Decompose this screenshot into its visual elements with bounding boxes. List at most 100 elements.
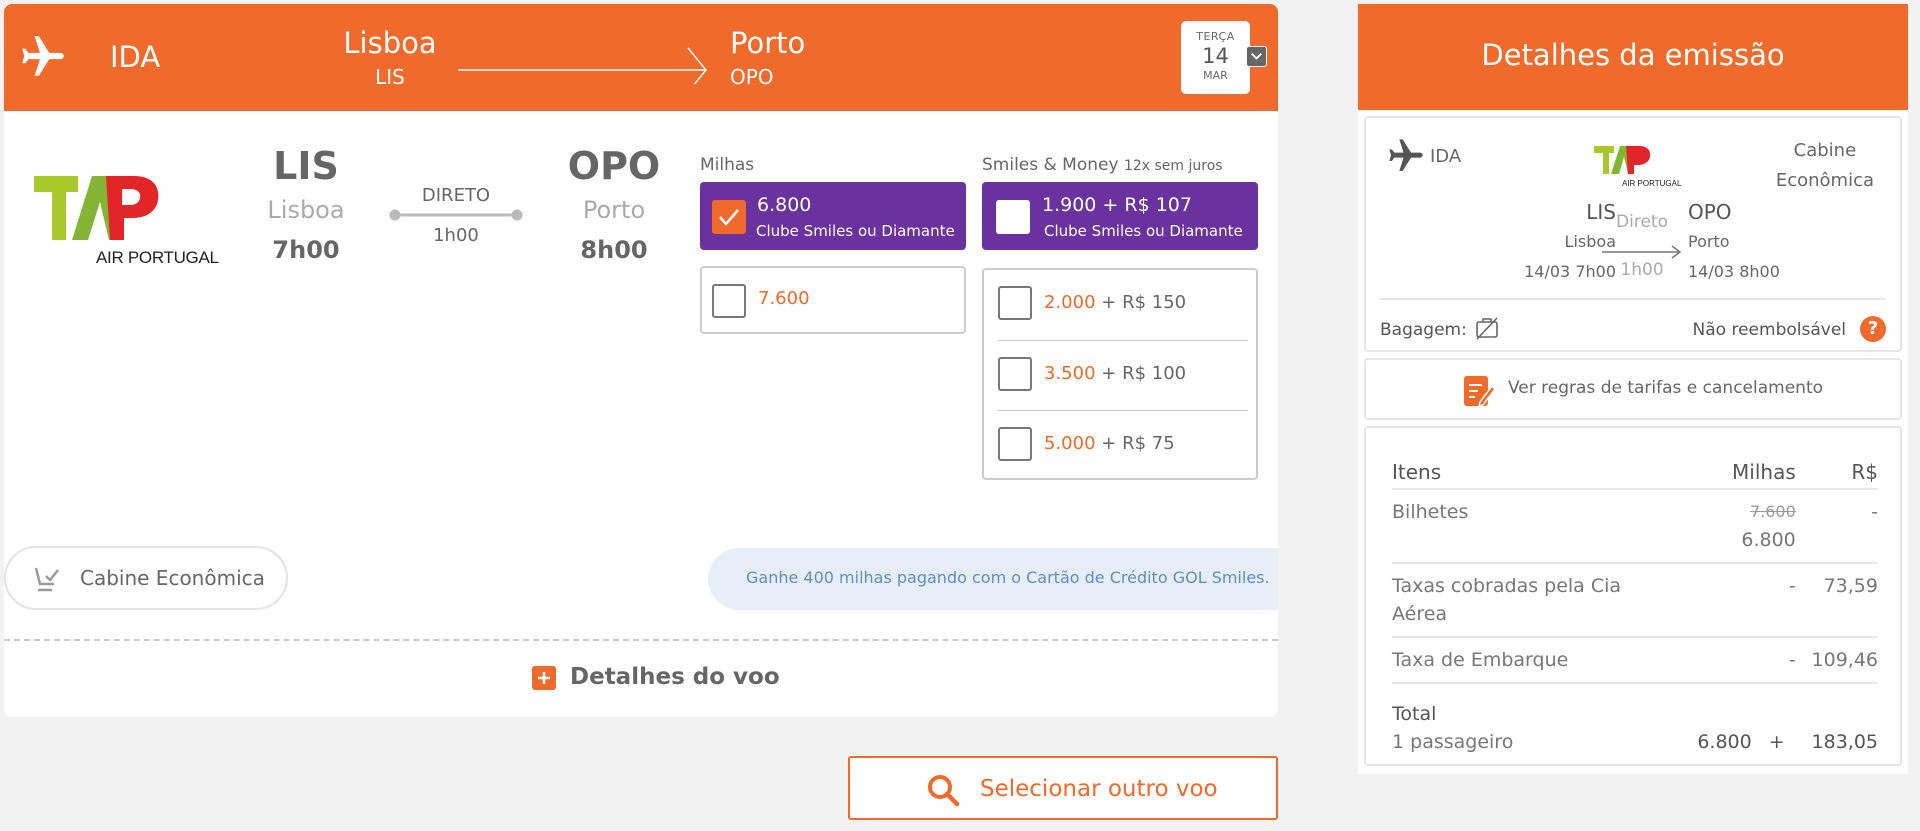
- smiles-money-title: Smiles & Money 12x sem juros: [982, 155, 1223, 175]
- select-other-flight-button[interactable]: Selecionar outro voo: [848, 756, 1278, 820]
- checkbox[interactable]: [998, 286, 1032, 320]
- cabin-class-label: Cabine Econômica: [80, 566, 265, 590]
- checkbox[interactable]: [996, 200, 1030, 234]
- flight-header: IDA Lisboa LIS Porto OPO TERÇA 14 MAR: [4, 4, 1278, 111]
- checkbox[interactable]: [998, 357, 1032, 391]
- search-icon: [928, 775, 960, 807]
- smiles-money-option[interactable]: 2.000 + R$ 150: [998, 270, 1248, 340]
- item-name: Taxa de Embarque: [1392, 637, 1682, 684]
- refund-policy: Não reembolsável: [1692, 320, 1846, 340]
- duration: 1h00: [1620, 260, 1664, 280]
- origin-datetime: 14/03 7h00: [1524, 262, 1616, 281]
- date-picker[interactable]: TERÇA 14 MAR: [1181, 21, 1250, 94]
- table-row: Bilhetes 7.600 6.800 -: [1392, 489, 1878, 564]
- checkmark-icon: [719, 209, 739, 226]
- dashed-divider: [4, 639, 1278, 641]
- miles-club-value: 6.800: [757, 194, 812, 216]
- smiles-money-club-value: 1.900 + R$ 107: [1042, 194, 1192, 216]
- cabin-class: Cabine Econômica: [1776, 136, 1874, 196]
- table-row: Taxas cobradas pela Cia Aérea - 73,59: [1392, 563, 1878, 638]
- item-money: 109,46: [1801, 637, 1878, 684]
- destination-airport-code: OPO: [567, 144, 661, 188]
- miles-regular-value: 7.600: [758, 288, 810, 309]
- cabin-class-pill: Cabine Econômica: [4, 546, 288, 610]
- direction-label: IDA: [110, 40, 161, 74]
- flight-duration: 1h00: [433, 225, 479, 246]
- direction-label: IDA: [1430, 146, 1462, 167]
- total-row: Total 1 passageiro 6.800 + 183,05: [1392, 683, 1878, 764]
- plus-sign: +: [1768, 731, 1785, 753]
- fare-rules-link[interactable]: Ver regras de tarifas e cancelamento: [1364, 358, 1902, 420]
- item-money: -: [1801, 489, 1878, 564]
- document-edit-icon: [1464, 376, 1496, 408]
- arrival-time: 8h00: [580, 236, 648, 264]
- flight-segment-line: [389, 209, 523, 221]
- departure-time: 7h00: [272, 236, 340, 264]
- col-items: Itens: [1392, 454, 1682, 490]
- option-text: 5.000 + R$ 75: [1044, 433, 1175, 454]
- option-text: 3.500 + R$ 100: [1044, 363, 1187, 384]
- baggage-label: Bagagem:: [1380, 320, 1467, 340]
- promo-banner[interactable]: Ganhe 400 milhas pagando com o Cartão de…: [708, 548, 1278, 610]
- smiles-money-option[interactable]: 5.000 + R$ 75: [998, 410, 1248, 480]
- panel-title: Detalhes da emissão: [1358, 4, 1908, 110]
- destination-city: Porto: [1688, 232, 1730, 251]
- origin-city-name: Lisboa: [267, 196, 345, 224]
- col-money: R$: [1801, 454, 1878, 490]
- smiles-money-option[interactable]: 3.500 + R$ 100: [998, 340, 1248, 410]
- table-row: Taxa de Embarque - 109,46: [1392, 637, 1878, 684]
- col-miles: Milhas: [1682, 454, 1802, 490]
- destination-city-name: Porto: [582, 196, 646, 224]
- item-money: 73,59: [1801, 563, 1878, 638]
- itinerary-summary: IDA AIR PORTUGAL Cabine Econômica LIS Li…: [1364, 116, 1902, 352]
- installments-note: 12x sem juros: [1123, 158, 1223, 174]
- miles-title: Milhas: [700, 155, 755, 175]
- flight-details-label: Detalhes do voo: [570, 664, 780, 690]
- smiles-money-club-option[interactable]: 1.900 + R$ 107 Clube Smiles ou Diamante: [982, 182, 1258, 250]
- miles-club-option[interactable]: 6.800 Clube Smiles ou Diamante: [700, 182, 966, 250]
- checkbox-checked[interactable]: [712, 200, 746, 234]
- new-miles: 6.800: [1741, 529, 1796, 551]
- smiles-money-title-text: Smiles & Money: [982, 155, 1119, 175]
- option-text: 2.000 + R$ 150: [1044, 292, 1187, 313]
- miles-regular-option[interactable]: 7.600: [700, 266, 966, 334]
- item-miles: -: [1682, 563, 1802, 638]
- date-weekday: TERÇA: [1196, 30, 1235, 43]
- checkbox[interactable]: [712, 284, 746, 318]
- stops-label: DIRETO: [421, 185, 491, 206]
- origin-code: LIS: [375, 65, 405, 89]
- total-money: 183,05: [1811, 731, 1878, 753]
- total-miles-cell: 6.800 +: [1682, 683, 1802, 764]
- destination-datetime: 14/03 8h00: [1688, 262, 1780, 281]
- smiles-money-options-list: 2.000 + R$ 150 3.500 + R$ 100 5.000 + R$…: [982, 268, 1258, 480]
- smiles-money-club-sub: Clube Smiles ou Diamante: [1044, 222, 1243, 240]
- total-label: Total: [1392, 703, 1437, 725]
- checkbox[interactable]: [998, 427, 1032, 461]
- item-name: Taxas cobradas pela Cia Aérea: [1392, 563, 1682, 638]
- table-header-row: Itens Milhas R$: [1392, 454, 1878, 490]
- tap-airline-logo: AIR PORTUGAL: [1594, 146, 1682, 188]
- total-miles: 6.800: [1697, 731, 1752, 753]
- destination-city: Porto: [730, 26, 806, 60]
- cabin-line-2: Econômica: [1775, 170, 1874, 191]
- help-icon[interactable]: ?: [1860, 316, 1886, 342]
- date-day: 14: [1202, 44, 1229, 68]
- passenger-count: 1 passageiro: [1392, 731, 1514, 753]
- issue-details-panel: Detalhes da emissão IDA AIR PORTUGAL Cab…: [1358, 4, 1908, 774]
- date-month: MAR: [1203, 69, 1228, 82]
- origin-city: Lisboa: [343, 26, 437, 60]
- airplane-icon: [1389, 139, 1423, 171]
- divider: [1380, 298, 1886, 300]
- item-miles: -: [1682, 637, 1802, 684]
- total-label-cell: Total 1 passageiro: [1392, 683, 1682, 764]
- plus-icon: [532, 666, 556, 690]
- old-miles: 7.600: [1749, 502, 1796, 521]
- miles-club-sub: Clube Smiles ou Diamante: [756, 222, 955, 240]
- price-table: Itens Milhas R$ Bilhetes 7.600 6.800 - T…: [1392, 454, 1878, 764]
- item-name: Bilhetes: [1392, 489, 1682, 564]
- chevron-down-icon[interactable]: [1246, 46, 1267, 67]
- tap-airline-logo: AIR PORTUGAL: [34, 172, 229, 272]
- route-arrow-icon: [1602, 245, 1682, 259]
- price-breakdown: Itens Milhas R$ Bilhetes 7.600 6.800 - T…: [1364, 426, 1902, 766]
- destination-code: OPO: [1688, 200, 1732, 224]
